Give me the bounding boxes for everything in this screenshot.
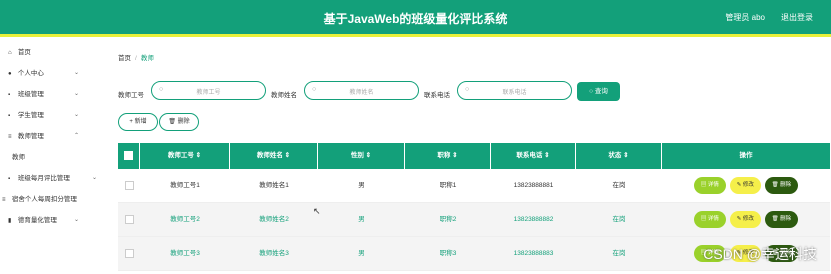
app-title: 基于JavaWeb的班级量化评比系统 xyxy=(323,12,508,26)
sidebar-item-label: 班级管理 xyxy=(17,91,44,98)
sidebar-item-moral[interactable]: ▮ 德育量化管理 ⌄ xyxy=(0,210,101,231)
breadcrumb-home[interactable]: 首页 xyxy=(118,55,131,62)
search-icon: ○ xyxy=(589,88,594,95)
sidebar-item-label: 德育量化管理 xyxy=(17,217,57,224)
admin-label: 管理员 abo xyxy=(725,13,765,22)
detail-button[interactable]: ▤ 详情 xyxy=(693,210,726,228)
sidebar-item-dorm-deduction[interactable]: ≡ 宿舍个人每周扣分管理 xyxy=(0,189,101,210)
cell-phone: 13823888881 xyxy=(513,182,554,189)
breadcrumb-separator: / xyxy=(135,55,137,62)
select-all-cell xyxy=(118,143,140,169)
cell-status: 在岗 xyxy=(612,250,626,257)
chevron-down-icon: ⌄ xyxy=(73,217,79,223)
sidebar-item-label: 宿舍个人每周扣分管理 xyxy=(11,196,77,203)
filter-input-phone[interactable]: ○ 联系电话 xyxy=(457,81,572,100)
cell-name: 教师姓名1 xyxy=(259,182,289,189)
logout-link[interactable]: 退出登录 xyxy=(781,12,813,23)
col-header-phone[interactable]: 联系电话 ⇕ xyxy=(491,143,576,169)
table-row: 教师工号2 教师姓名2 男 职称2 13823888882 在岗 ▤ 详情 ✎ … xyxy=(118,203,830,237)
table-header: 教师工号 ⇕ 教师姓名 ⇕ 性别 ⇕ 职称 ⇕ 联系电话 ⇕ 状态 ⇕ 操作 xyxy=(118,143,830,169)
home-icon: ⌂ xyxy=(8,50,12,56)
sidebar-item-label: 个人中心 xyxy=(17,70,44,77)
filter-label-id: 教师工号 xyxy=(118,92,144,99)
chevron-down-icon: ⌄ xyxy=(73,112,79,118)
cell-gender: 男 xyxy=(358,216,365,223)
cell-actions: ▤ 详情 ✎ 修改 🗑 删除 xyxy=(662,203,830,236)
detail-button[interactable]: ▤ 详情 xyxy=(693,176,726,194)
breadcrumb-current: 教师 xyxy=(140,55,154,62)
col-header-gender[interactable]: 性别 ⇕ xyxy=(318,143,405,169)
cell-id: 教师工号3 xyxy=(170,250,200,257)
grid-icon: ▪ xyxy=(8,113,11,119)
breadcrumb: 首页 / 教师 xyxy=(118,52,154,62)
cell-title: 职称3 xyxy=(439,250,457,257)
top-bar: 基于JavaWeb的班级量化评比系统 管理员 abo 退出登录 xyxy=(0,0,831,37)
cell-id: 教师工号1 xyxy=(170,182,200,189)
filter-placeholder-phone: 联系电话 xyxy=(502,90,527,96)
bulk-delete-button[interactable]: 🗑 删除 xyxy=(159,113,199,131)
sidebar-item-monthly-eval[interactable]: ▪ 班级每月评比管理 ⌄ xyxy=(0,168,101,189)
mouse-cursor-icon: ↖ xyxy=(313,206,321,216)
sidebar-item-label: 教师管理 xyxy=(17,133,44,140)
sidebar-subitem-teacher[interactable]: 教师 xyxy=(0,147,101,168)
sidebar-item-student[interactable]: ▪ 学生管理 ⌄ xyxy=(0,105,101,126)
sidebar-item-home[interactable]: ⌂ 首页 xyxy=(0,42,101,63)
col-header-title[interactable]: 职称 ⇕ xyxy=(405,143,491,169)
sidebar-item-teacher-mgmt[interactable]: ≡ 教师管理 ⌃ xyxy=(0,126,101,147)
edit-button[interactable]: ✎ 修改 xyxy=(729,210,761,228)
col-header-id[interactable]: 教师工号 ⇕ xyxy=(140,143,230,169)
search-button[interactable]: ○ 查询 xyxy=(577,82,620,101)
filter-input-name[interactable]: ○ 教师姓名 xyxy=(304,81,419,100)
col-header-actions: 操作 xyxy=(739,152,753,159)
list-icon: ≡ xyxy=(2,197,6,203)
cell-title: 职称2 xyxy=(439,216,457,223)
chevron-down-icon: ⌄ xyxy=(73,70,79,76)
cell-gender: 男 xyxy=(358,182,365,189)
cell-status: 在岗 xyxy=(612,182,626,189)
select-all-checkbox[interactable] xyxy=(124,150,133,160)
sidebar-item-label: 学生管理 xyxy=(17,112,44,119)
col-header-status[interactable]: 状态 ⇕ xyxy=(576,143,662,169)
cell-id: 教师工号2 xyxy=(170,216,200,223)
cell-title: 职称1 xyxy=(439,182,457,189)
user-icon: ● xyxy=(8,71,12,77)
chevron-up-icon: ⌃ xyxy=(73,133,79,139)
cell-name: 教师姓名3 xyxy=(259,250,289,257)
cell-phone: 13823888883 xyxy=(513,250,554,257)
cell-status: 在岗 xyxy=(612,216,626,223)
chevron-down-icon: ⌄ xyxy=(73,91,79,97)
sidebar-item-label: 班级每月评比管理 xyxy=(17,175,70,182)
row-checkbox[interactable] xyxy=(124,180,134,190)
watermark: CSDN @幸运科技 xyxy=(703,246,817,262)
search-button-label: 查询 xyxy=(594,88,608,95)
sidebar-item-label: 教师 xyxy=(12,154,25,161)
filter-label-name: 教师姓名 xyxy=(271,92,297,99)
row-checkbox[interactable] xyxy=(124,214,134,224)
cell-actions: ▤ 详情 ✎ 修改 🗑 删除 xyxy=(662,169,830,202)
col-header-name[interactable]: 教师姓名 ⇕ xyxy=(230,143,318,169)
chart-icon: ▮ xyxy=(8,218,12,224)
grid-icon: ▪ xyxy=(8,92,11,98)
sliders-icon: ≡ xyxy=(8,134,12,140)
delete-button[interactable]: 🗑 删除 xyxy=(764,210,799,228)
filter-placeholder-name: 教师姓名 xyxy=(349,90,374,96)
delete-button[interactable]: 🗑 删除 xyxy=(764,176,799,194)
table-row: 教师工号1 教师姓名1 男 职称1 13823888881 在岗 ▤ 详情 ✎ … xyxy=(118,169,830,203)
sidebar-item-profile[interactable]: ● 个人中心 ⌄ xyxy=(0,63,101,84)
edit-button[interactable]: ✎ 修改 xyxy=(729,176,761,194)
filter-label-phone: 联系电话 xyxy=(424,92,450,99)
sidebar-item-label: 首页 xyxy=(17,49,31,56)
cell-gender: 男 xyxy=(358,250,365,257)
filter-input-id[interactable]: ○ 教师工号 xyxy=(151,81,266,100)
sidebar-item-class[interactable]: ▪ 班级管理 ⌄ xyxy=(0,84,101,105)
grid-icon: ▪ xyxy=(8,176,11,182)
chevron-down-icon: ⌄ xyxy=(91,175,97,181)
main-content: 首页 / 教师 教师工号 ○ 教师工号 教师姓名 ○ 教师姓名 联系电话 ○ 联系电… xyxy=(101,37,831,274)
cell-name: 教师姓名2 xyxy=(259,216,289,223)
sidebar: ⌂ 首页 ● 个人中心 ⌄ ▪ 班级管理 ⌄ ▪ 学生管理 ⌄ ≡ 教师管理 ⌃… xyxy=(0,37,101,274)
row-checkbox[interactable] xyxy=(124,248,134,258)
add-button[interactable]: + 新增 xyxy=(118,113,158,131)
filter-placeholder-id: 教师工号 xyxy=(196,90,221,96)
cell-phone: 13823888882 xyxy=(513,216,554,223)
